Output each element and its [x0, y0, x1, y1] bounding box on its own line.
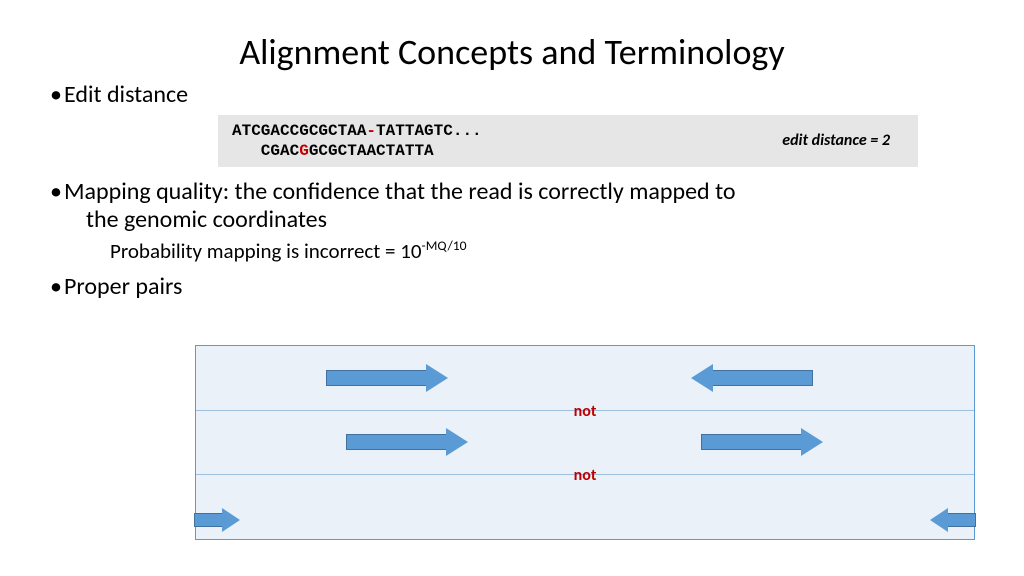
- mapping-quality-formula: Probability mapping is incorrect = 10-MQ…: [110, 237, 964, 264]
- arrow-right-icon: [194, 508, 240, 532]
- arrow-right-icon: [346, 428, 468, 456]
- proper-pairs-diagram: not not: [195, 345, 975, 540]
- arrow-left-icon: [930, 508, 976, 532]
- arrow-right-icon: [326, 364, 448, 392]
- bullet-proper-pairs: Proper pairs: [64, 272, 964, 301]
- sequence-alignment-box: ATCGACCGCGCTAA-TATTAGTC... CGACGGCGCTAAC…: [218, 115, 918, 167]
- not-label: not: [574, 466, 597, 485]
- arrow-left-icon: [691, 364, 813, 392]
- bullet-mapping-quality-cont: the genomic coordinates: [86, 206, 964, 235]
- slide-title: Alignment Concepts and Terminology: [0, 0, 1024, 80]
- edit-distance-note: edit distance = 2: [782, 131, 890, 151]
- slide-content: Edit distance ATCGACCGCGCTAA-TATTAGTC...…: [0, 80, 1024, 301]
- bullet-edit-distance: Edit distance: [64, 80, 964, 109]
- arrow-right-icon: [701, 428, 823, 456]
- not-label: not: [574, 402, 597, 421]
- bullet-mapping-quality: Mapping quality: the confidence that the…: [64, 177, 964, 206]
